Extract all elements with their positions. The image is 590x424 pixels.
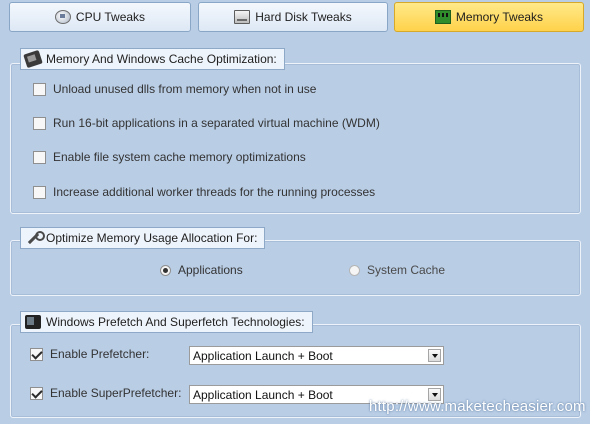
hard-disk-icon	[234, 10, 251, 24]
radio-applications[interactable]: Applications	[160, 263, 243, 277]
prefetcher-label: Enable Prefetcher:	[50, 347, 150, 361]
system-cache-radio[interactable]	[349, 264, 360, 276]
tab-cpu-tweaks[interactable]: CPU Tweaks	[9, 2, 191, 32]
chip-icon	[23, 49, 43, 69]
option-label: Increase additional worker threads for t…	[53, 185, 376, 199]
group-title-text: Windows Prefetch And Superfetch Technolo…	[46, 315, 305, 329]
tab-label: CPU Tweaks	[75, 10, 146, 24]
chevron-down-icon[interactable]	[428, 349, 441, 362]
option-label: Enable file system cache memory optimiza…	[53, 150, 306, 164]
wrench-icon	[25, 231, 45, 245]
select-value: Application Launch + Boot	[193, 387, 333, 402]
group-title-text: Memory And Windows Cache Optimization:	[46, 52, 277, 66]
radio-system-cache[interactable]: System Cache	[349, 263, 445, 277]
option-16bit-vm[interactable]: Run 16-bit applications in a separated v…	[33, 116, 380, 130]
prefetcher-row[interactable]: Enable Prefetcher:	[30, 347, 149, 361]
select-value: Application Launch + Boot	[193, 348, 333, 363]
allocation-group-title: Optimize Memory Usage Allocation For:	[20, 227, 266, 249]
worker-threads-checkbox[interactable]	[33, 185, 46, 199]
radio-label: Applications	[178, 263, 243, 277]
option-unload-dlls[interactable]: Unload unused dlls from memory when not …	[33, 82, 316, 96]
fs-cache-checkbox[interactable]	[33, 150, 46, 164]
option-label: Unload unused dlls from memory when not …	[53, 82, 317, 96]
watermark: http://www.maketecheasier.com	[369, 398, 586, 415]
tab-memory-tweaks[interactable]: Memory Tweaks	[394, 2, 584, 32]
option-fs-cache[interactable]: Enable file system cache memory optimiza…	[33, 150, 306, 164]
16bit-vm-checkbox[interactable]	[33, 116, 46, 130]
group-title-text: Optimize Memory Usage Allocation For:	[46, 231, 258, 245]
cpu-icon	[54, 10, 71, 24]
superprefetcher-row[interactable]: Enable SuperPrefetcher:	[30, 386, 181, 400]
option-worker-threads[interactable]: Increase additional worker threads for t…	[33, 185, 375, 199]
tab-label: Hard Disk Tweaks	[255, 10, 352, 24]
prefetch-group-title: Windows Prefetch And Superfetch Technolo…	[20, 311, 313, 333]
applications-radio[interactable]	[160, 264, 171, 276]
option-label: Run 16-bit applications in a separated v…	[53, 116, 380, 130]
superprefetcher-label: Enable SuperPrefetcher:	[50, 386, 182, 400]
unload-dlls-checkbox[interactable]	[33, 82, 46, 96]
memory-icon	[434, 10, 451, 24]
tab-label: Memory Tweaks	[455, 10, 544, 24]
cache-group-title: Memory And Windows Cache Optimization:	[20, 48, 285, 70]
prefetcher-checkbox[interactable]	[30, 347, 43, 361]
memory-tweaks-window: CPU Tweaks Hard Disk Tweaks Memory Tweak…	[0, 0, 590, 424]
device-icon	[25, 315, 41, 329]
superprefetcher-checkbox[interactable]	[30, 386, 43, 400]
radio-label: System Cache	[367, 263, 446, 277]
tab-hard-disk-tweaks[interactable]: Hard Disk Tweaks	[198, 2, 388, 32]
prefetcher-select[interactable]: Application Launch + Boot	[189, 346, 444, 365]
